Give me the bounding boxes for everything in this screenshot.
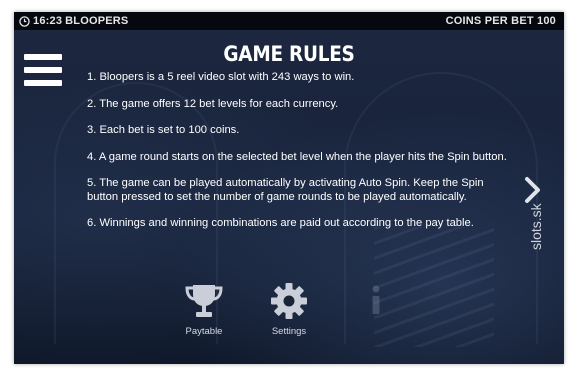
settings-button[interactable]: Settings [254, 282, 324, 337]
settings-label: Settings [271, 326, 307, 337]
info-icon [372, 285, 380, 314]
rule-item: 2. The game offers 12 bet levels for eac… [87, 97, 339, 110]
rule-item: 3. Each bet is set to 100 coins. [87, 124, 240, 136]
gear-icon [271, 283, 307, 319]
rules-list: 1. Bloopers is a 5 reel video slot with … [87, 71, 507, 231]
game-window: 16:23 BLOOPERS COINS PER BET 100 GAME RU… [14, 12, 564, 364]
clock-icon [19, 15, 30, 27]
info-button[interactable] [341, 282, 411, 320]
chevron-right-icon[interactable] [522, 175, 544, 205]
paytable-label: Paytable [185, 326, 223, 337]
paytable-button[interactable]: Paytable [169, 282, 239, 337]
trophy-icon [185, 285, 223, 317]
rule-item: 4. A game round starts on the selected b… [87, 150, 507, 163]
status-bar: 16:23 BLOOPERS COINS PER BET 100 [14, 12, 564, 30]
coins-per-bet: COINS PER BET 100 [445, 15, 556, 27]
watermark: slots.sk [528, 203, 544, 250]
page-title: GAME RULES [223, 42, 355, 66]
game-name: BLOOPERS [65, 15, 129, 27]
rule-item: 5. The game can be played automatically … [87, 177, 484, 203]
clock-time: 16:23 [33, 15, 63, 27]
rule-item: 6. Winnings and winning combinations are… [87, 217, 474, 229]
rule-item: 1. Bloopers is a 5 reel video slot with … [87, 71, 355, 83]
